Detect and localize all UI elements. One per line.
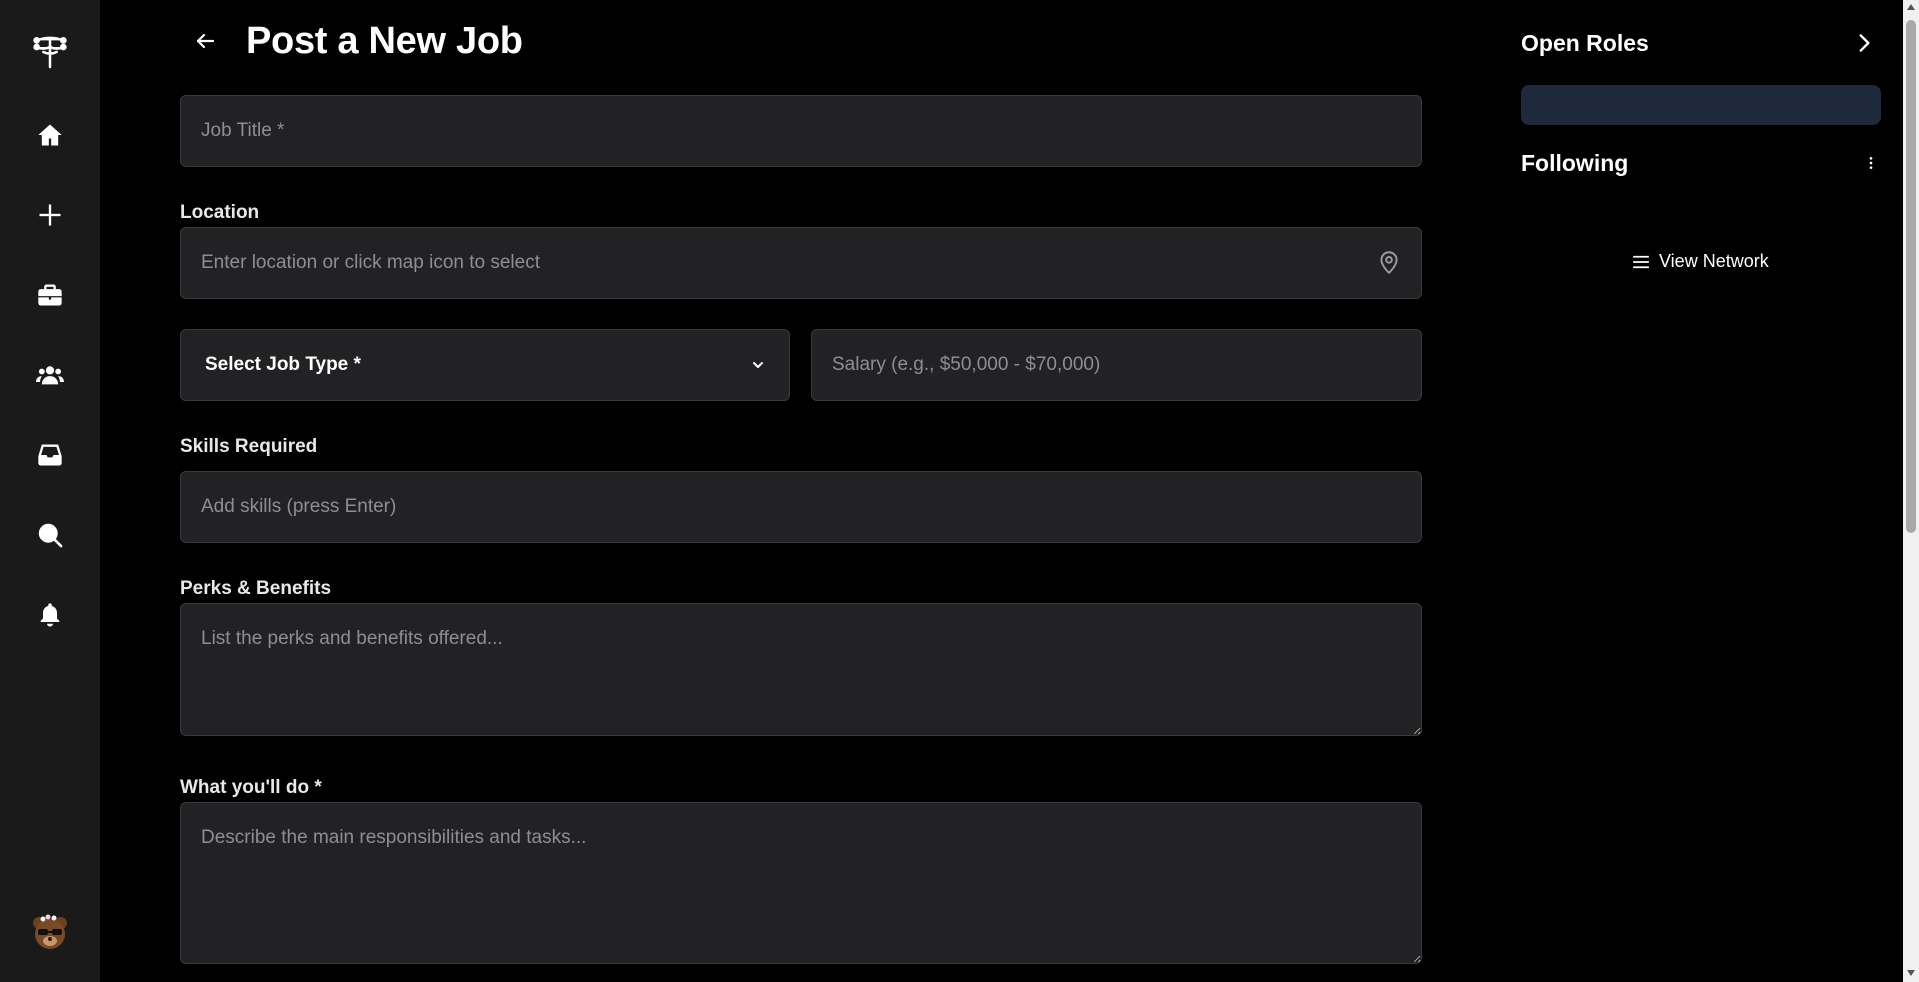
view-network-button[interactable]: View Network [1633,251,1769,272]
perks-label: Perks & Benefits [180,578,332,599]
home-icon[interactable] [30,115,70,155]
page-title: Post a New Job [246,20,523,62]
view-network-label: View Network [1659,251,1769,271]
logo-icon[interactable] [30,32,70,72]
map-pin-icon[interactable] [1376,249,1402,275]
salary-input[interactable] [811,329,1422,401]
job-type-select[interactable]: Select Job Type * [180,329,790,401]
duties-textarea[interactable] [180,802,1422,964]
scroll-up-arrow[interactable] [1907,4,1915,10]
bell-icon[interactable] [30,595,70,635]
arrow-left-icon [196,33,215,49]
location-input[interactable] [180,227,1422,299]
chevron-right-icon[interactable] [1851,30,1877,56]
page-scrollbar[interactable] [1903,0,1919,982]
location-label: Location [180,202,260,223]
left-sidebar [0,0,100,982]
search-icon[interactable] [30,515,70,555]
duties-label: What you'll do * [180,777,322,798]
open-roles-bar [1521,85,1881,125]
inbox-icon[interactable] [30,435,70,475]
more-options-icon[interactable] [1861,150,1881,176]
menu-icon [1633,255,1649,268]
skills-label: Skills Required [180,436,318,457]
back-button[interactable] [190,26,220,56]
perks-textarea[interactable] [180,603,1422,736]
scroll-down-arrow[interactable] [1907,970,1915,976]
users-icon[interactable] [30,355,70,395]
open-roles-title: Open Roles [1521,30,1649,56]
plus-icon[interactable] [30,195,70,235]
following-title: Following [1521,150,1629,176]
scroll-thumb[interactable] [1906,20,1916,533]
avatar[interactable] [29,912,71,954]
location-field-wrapper [180,227,1422,299]
job-title-input[interactable] [180,95,1422,167]
skills-input[interactable] [180,471,1422,543]
job-type-selected: Select Job Type * [205,354,361,375]
briefcase-icon[interactable] [30,275,70,315]
chevron-down-icon [753,362,763,368]
